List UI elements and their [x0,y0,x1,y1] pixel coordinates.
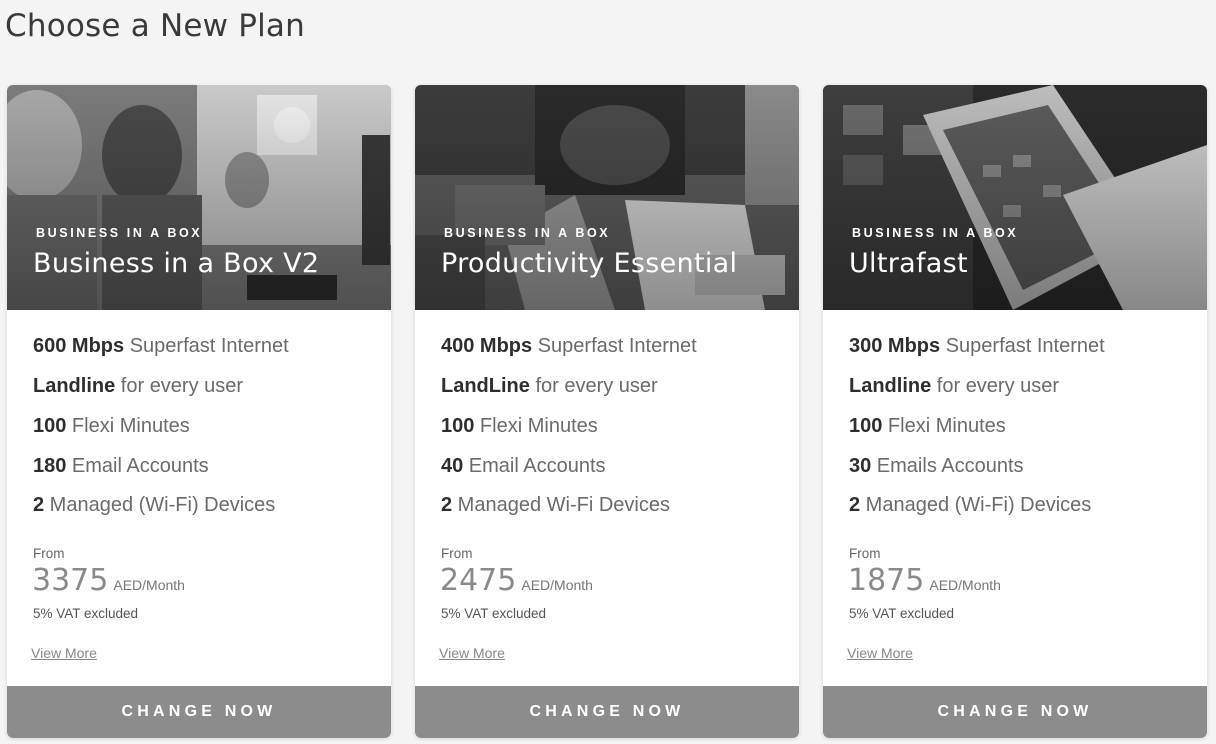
feature-item: 2 Managed Wi-Fi Devices [441,494,697,534]
plan-hero-image: BUSINESS IN A BOX Productivity Essential [415,85,799,310]
change-now-button[interactable]: CHANGE NOW [7,686,391,738]
feature-label: Email Accounts [66,455,209,477]
feature-item: 2 Managed (Wi-Fi) Devices [33,494,289,534]
price-row: 1875 AED/Month [848,563,1001,598]
plan-category: BUSINESS IN A BOX [444,226,611,240]
feature-label: Superfast Internet [532,335,697,357]
feature-item: 600 Mbps Superfast Internet [33,335,289,375]
feature-value: 2 [849,494,861,516]
plan-category: BUSINESS IN A BOX [852,226,1019,240]
vat-note: 5% VAT excluded [441,606,547,621]
feature-label: Emails Accounts [871,455,1024,477]
feature-label: for every user [529,375,658,397]
feature-item: 2 Managed (Wi-Fi) Devices [849,494,1105,534]
feature-value: 40 [441,455,464,477]
feature-list: 600 Mbps Superfast Internet Landline for… [33,335,289,534]
feature-item: Landline for every user [849,375,1105,415]
plan-card: BUSINESS IN A BOX Productivity Essential… [415,85,799,738]
plan-name: Ultrafast [849,248,968,279]
feature-value: 600 Mbps [33,335,125,357]
feature-label: Flexi Minutes [66,415,190,437]
plan-name: Productivity Essential [441,248,738,279]
feature-label: Flexi Minutes [474,415,598,437]
feature-value: 400 Mbps [441,335,533,357]
feature-label: Managed (Wi-Fi) Devices [44,494,276,516]
feature-label: Managed Wi-Fi Devices [452,494,670,516]
page-title: Choose a New Plan [5,8,305,44]
price-unit: AED/Month [929,577,1001,593]
price-row: 3375 AED/Month [32,563,185,598]
feature-item: 100 Flexi Minutes [441,415,697,455]
feature-value: 2 [441,494,453,516]
feature-value: 300 Mbps [849,335,941,357]
feature-label: Flexi Minutes [882,415,1006,437]
price-amount: 3375 [32,563,109,598]
plan-name: Business in a Box V2 [33,248,320,279]
feature-item: LandLine for every user [441,375,697,415]
feature-label: Superfast Internet [940,335,1105,357]
price-unit: AED/Month [521,577,593,593]
feature-value: 100 [849,415,883,437]
feature-item: 100 Flexi Minutes [33,415,289,455]
feature-label: Managed (Wi-Fi) Devices [860,494,1092,516]
feature-item: 100 Flexi Minutes [849,415,1105,455]
price-unit: AED/Month [113,577,185,593]
feature-value: Landline [849,375,932,397]
feature-list: 400 Mbps Superfast Internet LandLine for… [441,335,697,534]
feature-label: Superfast Internet [124,335,289,357]
feature-label: for every user [931,375,1060,397]
feature-value: 100 [33,415,67,437]
vat-note: 5% VAT excluded [849,606,955,621]
feature-item: 300 Mbps Superfast Internet [849,335,1105,375]
feature-value: LandLine [441,375,530,397]
plan-cards: BUSINESS IN A BOX Business in a Box V2 6… [7,85,1207,738]
feature-value: 180 [33,455,67,477]
plan-category: BUSINESS IN A BOX [36,226,203,240]
feature-item: 40 Email Accounts [441,455,697,495]
feature-item: Landline for every user [33,375,289,415]
price-amount: 1875 [848,563,925,598]
feature-item: 30 Emails Accounts [849,455,1105,495]
change-now-button[interactable]: CHANGE NOW [823,686,1207,738]
price-amount: 2475 [440,563,517,598]
plan-card: BUSINESS IN A BOX Ultrafast 300 Mbps Sup… [823,85,1207,738]
plan-card: BUSINESS IN A BOX Business in a Box V2 6… [7,85,391,738]
feature-value: 2 [33,494,45,516]
vat-note: 5% VAT excluded [33,606,139,621]
price-from-label: From [849,546,881,561]
price-row: 2475 AED/Month [440,563,593,598]
feature-value: 30 [849,455,872,477]
feature-item: 180 Email Accounts [33,455,289,495]
price-from-label: From [441,546,473,561]
feature-value: 100 [441,415,475,437]
feature-label: for every user [115,375,244,397]
feature-item: 400 Mbps Superfast Internet [441,335,697,375]
plan-hero-image: BUSINESS IN A BOX Business in a Box V2 [7,85,391,310]
view-more-link[interactable]: View More [439,645,505,661]
view-more-link[interactable]: View More [31,645,97,661]
plan-hero-image: BUSINESS IN A BOX Ultrafast [823,85,1207,310]
feature-label: Email Accounts [463,455,606,477]
change-now-button[interactable]: CHANGE NOW [415,686,799,738]
feature-list: 300 Mbps Superfast Internet Landline for… [849,335,1105,534]
price-from-label: From [33,546,65,561]
feature-value: Landline [33,375,116,397]
view-more-link[interactable]: View More [847,645,913,661]
